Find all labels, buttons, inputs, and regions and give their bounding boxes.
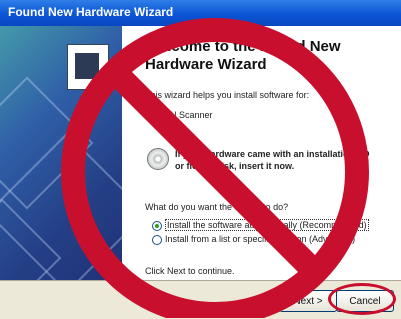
- prohibition-sign-overlay: [61, 18, 369, 318]
- prohibition-slash: [103, 60, 327, 284]
